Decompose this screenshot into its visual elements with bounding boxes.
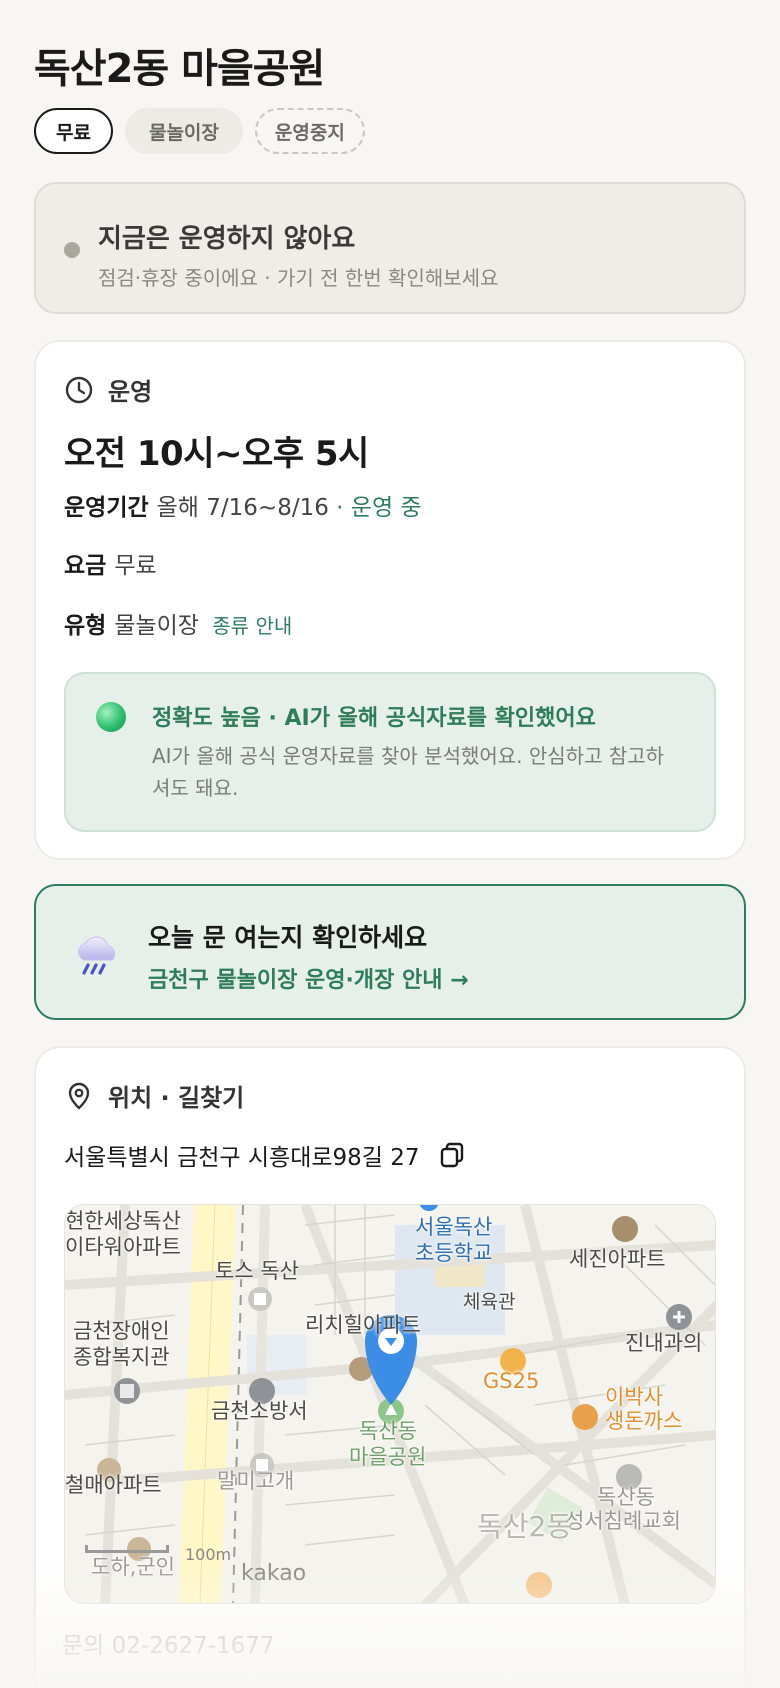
map-label: 독산2동	[477, 1510, 573, 1543]
chip-water-park[interactable]: 물놀이장	[124, 108, 243, 154]
chip-closed[interactable]: 운영중지	[254, 108, 365, 154]
map-label: 진내과의	[625, 1331, 703, 1355]
hours-section-header: 운영	[64, 372, 152, 407]
map-label: 말미고개	[217, 1469, 295, 1493]
map-label: 토스 독산	[215, 1259, 299, 1283]
location-section-label: 위치 · 길찾기	[108, 1084, 245, 1112]
chip-free[interactable]: 무료	[34, 108, 113, 154]
status-subtitle: 점검·휴장 중이에요 · 가기 전 한번 확인해보세요	[98, 266, 499, 290]
ai-orb-icon	[96, 702, 126, 732]
map-label: 종합복지관	[73, 1345, 170, 1369]
map-label: 성서침례교회	[565, 1509, 681, 1533]
map-label: 이타워아파트	[65, 1235, 181, 1259]
fee-value: 무료	[114, 553, 157, 579]
type-label: 유형	[64, 613, 107, 639]
location-map[interactable]: 현한세상독산 이타워아파트 토스 독산 서울독산 초등학교 세진아파트 체육관 …	[64, 1204, 716, 1604]
contact-phone[interactable]: 문의 02-2627-1677	[62, 1626, 275, 1660]
tag-chips: 무료 물놀이장 운영중지	[34, 108, 365, 154]
period-value: 올해 7/16~8/16	[156, 495, 329, 521]
notice-link[interactable]: 금천구 물놀이장 운영·개장 안내 →	[148, 962, 469, 994]
status-dot-icon	[64, 242, 80, 258]
hours-card: 운영 오전 10시~오후 5시 운영기간 올해 7/16~8/16 · 운영 중 …	[34, 340, 746, 860]
ai-accuracy-text: AI가 올해 공식 운영자료를 찾아 분석했어요. 안심하고 참고하셔도 돼요.	[152, 744, 665, 800]
address-row: 서울특별시 금천구 시흥대로98길 27	[64, 1138, 466, 1172]
page-title: 독산2동 마을공원	[34, 46, 325, 92]
map-label: 리치힐아파트	[305, 1313, 421, 1337]
map-brand-logo: kakao	[241, 1561, 307, 1586]
fee-label: 요금	[64, 553, 107, 579]
address-text: 서울특별시 금천구 시흥대로98길 27	[64, 1145, 420, 1171]
location-card: 위치 · 길찾기 서울특별시 금천구 시흥대로98길 27 현한세상독산 이타워…	[34, 1046, 746, 1688]
map-scale-bar	[85, 1545, 169, 1553]
type-info-link[interactable]: 종류 안내	[212, 614, 292, 638]
ai-accuracy-box: 정확도 높음 · AI가 올해 공식자료를 확인했어요 AI가 올해 공식 운영…	[64, 672, 716, 832]
check-open-notice[interactable]: 오늘 문 여는지 확인하세요 금천구 물놀이장 운영·개장 안내 →	[34, 884, 746, 1020]
type-value: 물놀이장	[114, 613, 199, 639]
map-label: GS25	[483, 1369, 540, 1393]
map-label: 마을공원	[349, 1445, 427, 1469]
map-label: 초등학교	[415, 1241, 493, 1265]
period-status: · 운영 중	[336, 495, 422, 521]
status-title: 지금은 운영하지 않아요	[98, 224, 356, 254]
fee-row: 요금 무료	[64, 546, 157, 580]
page: 독산2동 마을공원 무료 물놀이장 운영중지 지금은 운영하지 않아요 점검·휴…	[0, 0, 780, 1688]
map-label: 도하,군인	[91, 1555, 175, 1579]
period-label: 운영기간	[64, 495, 149, 521]
map-label: 세진아파트	[569, 1247, 666, 1271]
clock-icon	[65, 376, 93, 403]
hours-time: 오전 10시~오후 5시	[64, 434, 369, 474]
period-row: 운영기간 올해 7/16~8/16 · 운영 중	[64, 488, 422, 522]
map-label: 금천소방서	[211, 1399, 308, 1423]
map-label: 생돈까스	[605, 1409, 683, 1433]
notice-title: 오늘 문 여는지 확인하세요	[148, 923, 428, 952]
copy-icon[interactable]	[438, 1141, 466, 1169]
location-pin-icon	[68, 1082, 90, 1110]
status-banner: 지금은 운영하지 않아요 점검·휴장 중이에요 · 가기 전 한번 확인해보세요	[34, 182, 746, 314]
type-row: 유형 물놀이장 종류 안내	[64, 606, 292, 640]
location-section-header: 위치 · 길찾기	[64, 1078, 244, 1113]
map-label: 체육관	[463, 1291, 516, 1313]
map-label: 철매아파트	[65, 1473, 162, 1497]
ai-accuracy-title: 정확도 높음 · AI가 올해 공식자료를 확인했어요	[152, 706, 596, 731]
map-scale-label: 100m	[185, 1545, 232, 1564]
rain-cloud-icon	[78, 936, 116, 975]
hours-section-label: 운영	[108, 378, 153, 406]
